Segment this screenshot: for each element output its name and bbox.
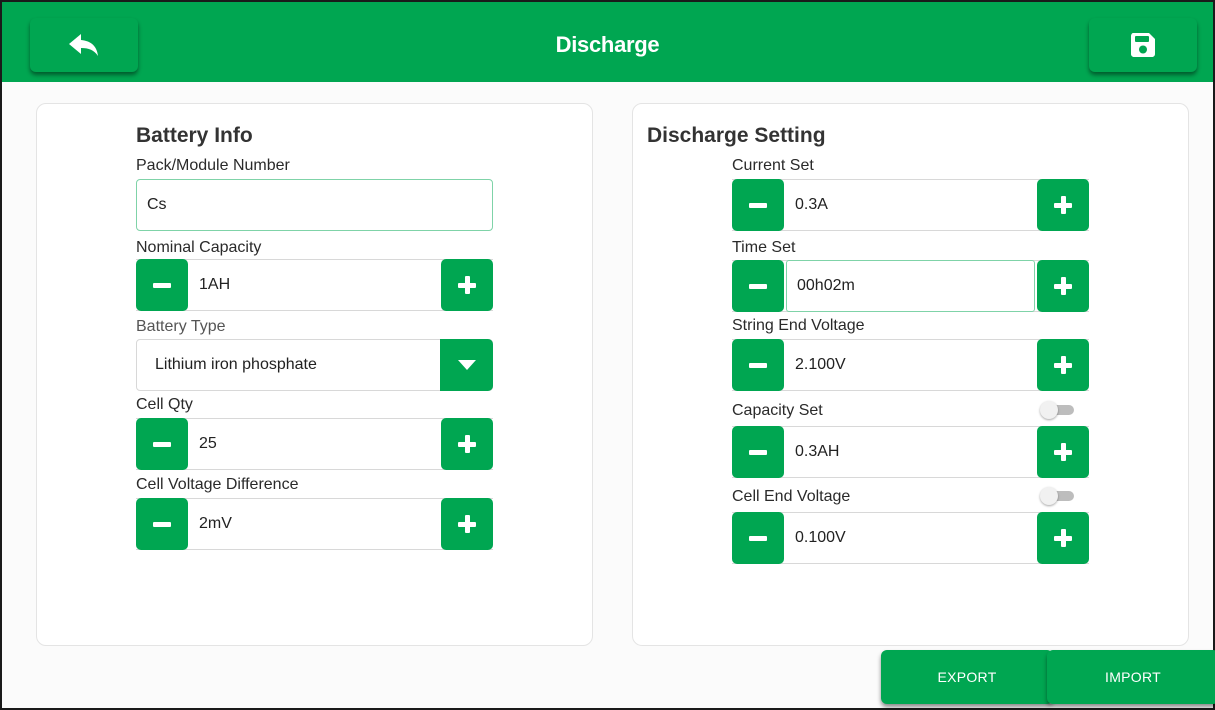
- header-bar: Discharge: [2, 2, 1213, 82]
- string-end-voltage-value[interactable]: 2.100V: [784, 340, 1037, 390]
- plus-icon: [458, 435, 476, 453]
- string-end-voltage-label: String End Voltage: [732, 317, 865, 334]
- string-end-voltage-plus-button[interactable]: [1037, 339, 1089, 391]
- battery-type-select[interactable]: Lithium iron phosphate: [136, 339, 493, 391]
- time-set-stepper: 00h02m: [732, 260, 1089, 312]
- cell-qty-label: Cell Qty: [136, 396, 193, 413]
- pack-module-number-label: Pack/Module Number: [136, 157, 290, 174]
- minus-icon: [749, 283, 767, 289]
- current-set-stepper: 0.3A: [732, 179, 1089, 231]
- cell-qty-minus-button[interactable]: [136, 418, 188, 470]
- plus-icon: [1054, 277, 1072, 295]
- plus-icon: [1054, 529, 1072, 547]
- minus-icon: [749, 535, 767, 541]
- nominal-capacity-plus-button[interactable]: [441, 259, 493, 311]
- minus-icon: [153, 441, 171, 447]
- cell-end-voltage-label: Cell End Voltage: [732, 488, 851, 505]
- plus-icon: [458, 276, 476, 294]
- plus-icon: [1054, 356, 1072, 374]
- capacity-set-minus-button[interactable]: [732, 426, 784, 478]
- nominal-capacity-stepper: 1AH: [136, 259, 493, 311]
- cell-end-voltage-toggle-knob: [1040, 487, 1058, 505]
- plus-icon: [458, 515, 476, 533]
- capacity-set-toggle-knob: [1040, 401, 1058, 419]
- minus-icon: [153, 521, 171, 527]
- cell-voltage-difference-minus-button[interactable]: [136, 498, 188, 550]
- time-set-label: Time Set: [732, 239, 796, 256]
- plus-icon: [1054, 196, 1072, 214]
- cell-qty-value[interactable]: 25: [188, 419, 441, 469]
- battery-info-title: Battery Info: [136, 124, 253, 147]
- capacity-set-toggle[interactable]: [1040, 401, 1076, 419]
- save-button[interactable]: [1089, 18, 1197, 72]
- current-set-minus-button[interactable]: [732, 179, 784, 231]
- cell-qty-plus-button[interactable]: [441, 418, 493, 470]
- cell-voltage-difference-value[interactable]: 2mV: [188, 499, 441, 549]
- floppy-disk-icon: [1131, 33, 1155, 57]
- current-set-label: Current Set: [732, 157, 814, 174]
- time-set-value[interactable]: 00h02m: [786, 260, 1035, 312]
- battery-type-value: Lithium iron phosphate: [155, 356, 317, 373]
- pack-module-number-input[interactable]: Cs: [136, 179, 493, 231]
- page-title: Discharge: [555, 32, 660, 57]
- capacity-set-plus-button[interactable]: [1037, 426, 1089, 478]
- nominal-capacity-value[interactable]: 1AH: [188, 260, 441, 310]
- nominal-capacity-minus-button[interactable]: [136, 259, 188, 311]
- capacity-set-label: Capacity Set: [732, 402, 823, 419]
- time-set-minus-button[interactable]: [732, 260, 784, 312]
- capacity-set-value[interactable]: 0.3AH: [784, 427, 1037, 477]
- minus-icon: [153, 282, 171, 288]
- cell-end-voltage-minus-button[interactable]: [732, 512, 784, 564]
- battery-type-label: Battery Type: [136, 318, 226, 335]
- minus-icon: [749, 449, 767, 455]
- import-button[interactable]: IMPORT: [1047, 650, 1215, 704]
- cell-voltage-difference-label: Cell Voltage Difference: [136, 476, 299, 493]
- cell-voltage-difference-plus-button[interactable]: [441, 498, 493, 550]
- string-end-voltage-stepper: 2.100V: [732, 339, 1089, 391]
- export-button[interactable]: EXPORT: [881, 650, 1053, 704]
- capacity-set-stepper: 0.3AH: [732, 426, 1089, 478]
- cell-voltage-difference-stepper: 2mV: [136, 498, 493, 550]
- cell-end-voltage-value[interactable]: 0.100V: [784, 513, 1037, 563]
- minus-icon: [749, 202, 767, 208]
- battery-type-dropdown-button[interactable]: [440, 339, 493, 391]
- time-set-plus-button[interactable]: [1037, 260, 1089, 312]
- current-set-plus-button[interactable]: [1037, 179, 1089, 231]
- plus-icon: [1054, 443, 1072, 461]
- nominal-capacity-label: Nominal Capacity: [136, 239, 262, 256]
- cell-end-voltage-stepper: 0.100V: [732, 512, 1089, 564]
- cell-end-voltage-toggle[interactable]: [1040, 487, 1076, 505]
- string-end-voltage-minus-button[interactable]: [732, 339, 784, 391]
- current-set-value[interactable]: 0.3A: [784, 180, 1037, 230]
- cell-end-voltage-plus-button[interactable]: [1037, 512, 1089, 564]
- triangle-down-icon: [457, 360, 476, 370]
- discharge-setting-title: Discharge Setting: [647, 124, 826, 147]
- minus-icon: [749, 362, 767, 368]
- cell-qty-stepper: 25: [136, 418, 493, 470]
